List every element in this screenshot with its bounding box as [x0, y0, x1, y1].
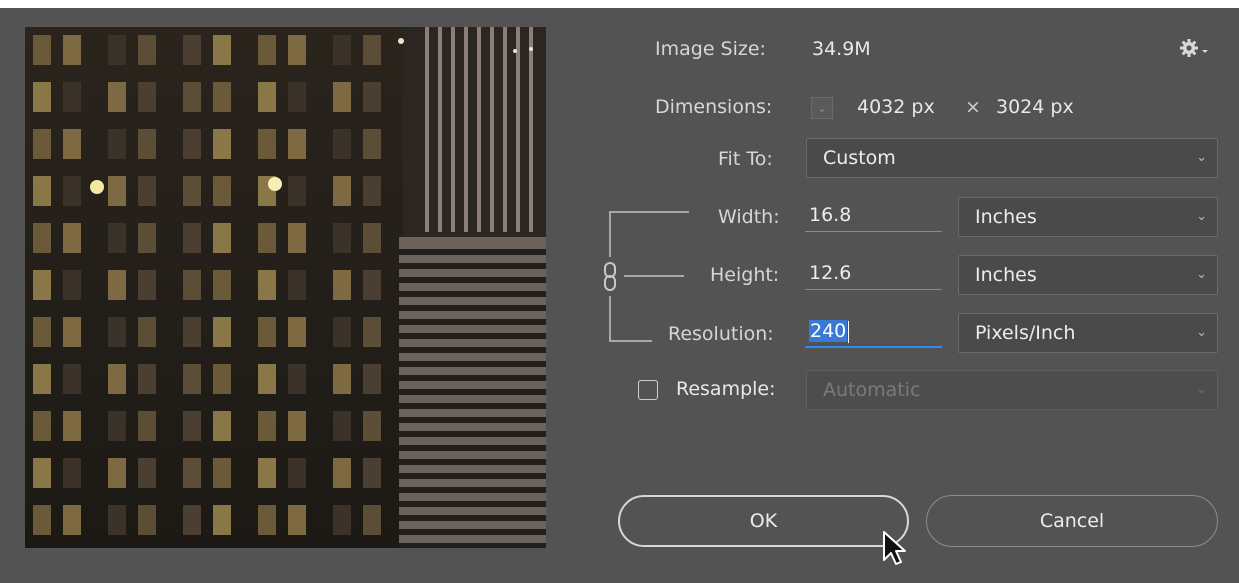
- link-bracket-lower: [609, 296, 611, 342]
- resample-method-value: Automatic: [823, 379, 921, 401]
- resolution-unit-value: Pixels/Inch: [975, 322, 1076, 344]
- chevron-down-icon: ⌄: [1196, 267, 1207, 282]
- fit-to-select[interactable]: Custom ⌄: [806, 138, 1218, 178]
- resolution-label: Resolution:: [668, 323, 774, 345]
- dimensions-height: 3024 px: [996, 96, 1074, 118]
- chevron-down-icon: ⌄: [1196, 382, 1207, 397]
- cancel-button[interactable]: Cancel: [926, 495, 1218, 547]
- dimensions-times: ×: [965, 96, 981, 118]
- width-input[interactable]: 16.8: [805, 202, 942, 232]
- chain-link-icon[interactable]: [600, 261, 620, 293]
- mouse-pointer-icon: [882, 530, 908, 568]
- fit-to-value: Custom: [823, 147, 896, 169]
- height-unit-value: Inches: [975, 264, 1037, 286]
- width-unit-value: Inches: [975, 206, 1037, 228]
- image-preview[interactable]: [25, 27, 546, 548]
- resample-checkbox[interactable]: [638, 380, 658, 400]
- height-input[interactable]: 12.6: [805, 260, 942, 290]
- dimensions-width: 4032 px: [857, 96, 935, 118]
- image-size-dialog: Image Size: 34.9M Dimensions: ⌄ 4032 px …: [0, 8, 1239, 583]
- link-bracket-upper: [609, 211, 611, 257]
- chevron-down-icon: ⌄: [1196, 150, 1207, 165]
- resample-method-select: Automatic ⌄: [806, 370, 1218, 410]
- chevron-down-icon: ⌄: [1196, 325, 1207, 340]
- resample-label: Resample:: [676, 378, 776, 400]
- link-bracket-mid: [624, 275, 684, 277]
- image-size-label: Image Size:: [655, 38, 766, 60]
- image-size-value: 34.9M: [812, 38, 871, 60]
- resolution-unit-select[interactable]: Pixels/Inch ⌄: [958, 313, 1218, 353]
- chevron-down-icon: ⌄: [1196, 209, 1207, 224]
- height-label: Height:: [710, 264, 780, 286]
- link-bracket-top: [609, 211, 689, 213]
- ok-button[interactable]: OK: [618, 495, 909, 547]
- height-unit-select[interactable]: Inches ⌄: [958, 255, 1218, 295]
- gear-icon[interactable]: [1178, 36, 1212, 60]
- link-bracket-bottom: [609, 340, 652, 342]
- dimensions-units-dropdown[interactable]: ⌄: [811, 97, 833, 119]
- chevron-down-icon: ⌄: [816, 101, 828, 115]
- resolution-value: 240: [809, 320, 848, 342]
- dimensions-label: Dimensions:: [655, 96, 773, 118]
- preview-image: [25, 27, 546, 548]
- fit-to-label: Fit To:: [718, 148, 773, 170]
- width-label: Width:: [718, 206, 780, 228]
- width-unit-select[interactable]: Inches ⌄: [958, 197, 1218, 237]
- resolution-input[interactable]: 240: [805, 318, 942, 348]
- text-caret: [848, 320, 850, 343]
